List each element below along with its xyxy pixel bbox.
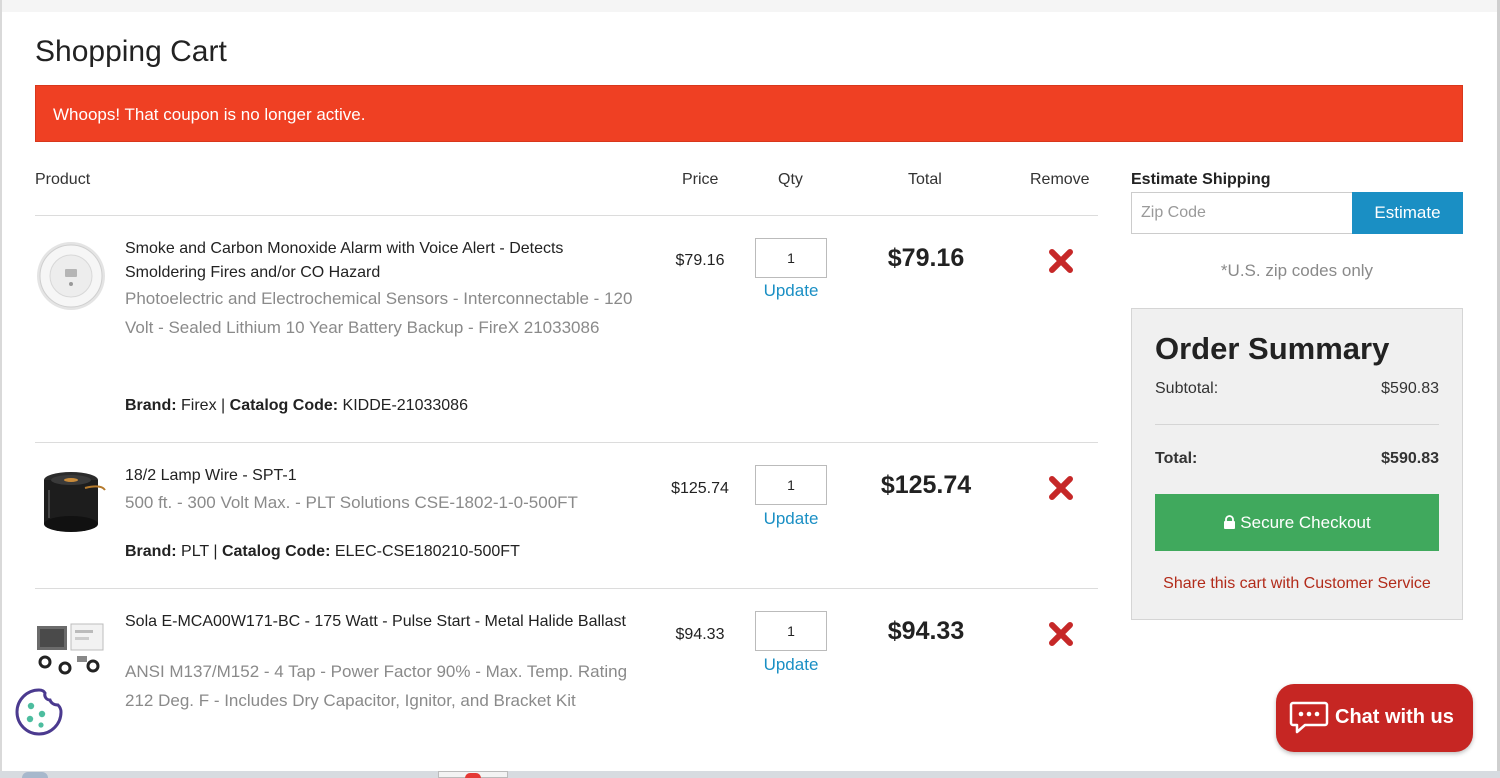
chat-with-us-button[interactable]: Chat with us xyxy=(1276,684,1473,752)
share-cart-link[interactable]: Share this cart with Customer Service xyxy=(1132,575,1462,593)
item-title[interactable]: Sola E-MCA00W171-BC - 175 Watt - Pulse S… xyxy=(125,610,645,634)
item-meta: Brand: Firex | Catalog Code: KIDDE-21033… xyxy=(125,397,468,414)
taskbar-item[interactable] xyxy=(438,771,508,778)
order-summary-title: Order Summary xyxy=(1155,331,1390,366)
item-total: $125.74 xyxy=(880,471,972,499)
item-brand: PLT xyxy=(181,543,209,560)
subtotal-value: $590.83 xyxy=(1381,380,1439,397)
item-price: $125.74 xyxy=(671,480,729,497)
subtotal-label: Subtotal: xyxy=(1155,380,1219,397)
table-divider xyxy=(35,215,1098,216)
smoke-alarm-icon[interactable] xyxy=(35,240,107,312)
coupon-error-alert: Whoops! That coupon is no longer active. xyxy=(35,85,1463,142)
taskbar-item[interactable] xyxy=(22,772,48,778)
total-label: Total: xyxy=(1155,450,1198,467)
estimate-shipping-label: Estimate Shipping xyxy=(1131,171,1271,188)
quantity-input[interactable] xyxy=(755,465,827,505)
table-divider xyxy=(35,442,1098,443)
item-description: Photoelectric and Electrochemical Sensor… xyxy=(125,289,633,337)
quantity-input[interactable] xyxy=(755,611,827,651)
header-price: Price xyxy=(682,171,719,188)
table-divider xyxy=(35,588,1098,589)
remove-icon[interactable] xyxy=(1047,474,1075,502)
item-meta: Brand: PLT | Catalog Code: ELEC-CSE18021… xyxy=(125,543,520,560)
summary-divider xyxy=(1155,424,1439,425)
update-link[interactable]: Update xyxy=(741,509,841,529)
zip-note: *U.S. zip codes only xyxy=(1220,261,1374,280)
item-total: $94.33 xyxy=(887,617,965,645)
header-total: Total xyxy=(908,171,942,188)
chat-label: Chat with us xyxy=(1335,706,1454,728)
update-link[interactable]: Update xyxy=(741,655,841,675)
chat-bubble-icon xyxy=(1289,701,1329,734)
item-title[interactable]: 18/2 Lamp Wire - SPT-1 xyxy=(125,464,645,488)
remove-icon[interactable] xyxy=(1047,247,1075,275)
secure-checkout-button[interactable]: Secure Checkout xyxy=(1155,494,1439,551)
item-total: $79.16 xyxy=(887,244,965,272)
total-value: $590.83 xyxy=(1381,450,1439,467)
item-catalog-code: ELEC-CSE180210-500FT xyxy=(334,543,520,560)
browser-top-strip xyxy=(0,0,1500,12)
item-title[interactable]: Smoke and Carbon Monoxide Alarm with Voi… xyxy=(125,237,645,285)
header-product: Product xyxy=(35,171,91,188)
item-price: $94.33 xyxy=(675,626,725,643)
ballast-kit-icon[interactable] xyxy=(35,612,107,684)
wire-spool-icon[interactable] xyxy=(35,466,107,538)
header-remove: Remove xyxy=(1030,171,1090,188)
page-title: Shopping Cart xyxy=(35,35,227,68)
quantity-input[interactable] xyxy=(755,238,827,278)
item-price: $79.16 xyxy=(675,252,725,269)
update-link[interactable]: Update xyxy=(741,281,841,301)
header-qty: Qty xyxy=(778,171,803,188)
remove-icon[interactable] xyxy=(1047,620,1075,648)
item-description: 500 ft. - 300 Volt Max. - PLT Solutions … xyxy=(125,493,578,512)
window-left-edge xyxy=(0,0,2,778)
taskbar-strip xyxy=(0,771,1500,778)
item-description: ANSI M137/M152 - 4 Tap - Power Factor 90… xyxy=(125,662,628,710)
lock-icon xyxy=(1224,514,1236,529)
estimate-button[interactable]: Estimate xyxy=(1352,192,1463,234)
checkout-label: Secure Checkout xyxy=(1240,513,1371,532)
item-brand: Firex xyxy=(181,397,217,414)
item-catalog-code: KIDDE-21033086 xyxy=(342,397,468,414)
zip-code-input[interactable] xyxy=(1131,192,1353,234)
cookie-icon[interactable] xyxy=(14,687,64,737)
order-summary-panel: Order Summary Subtotal: $590.83 Total: $… xyxy=(1131,308,1463,620)
